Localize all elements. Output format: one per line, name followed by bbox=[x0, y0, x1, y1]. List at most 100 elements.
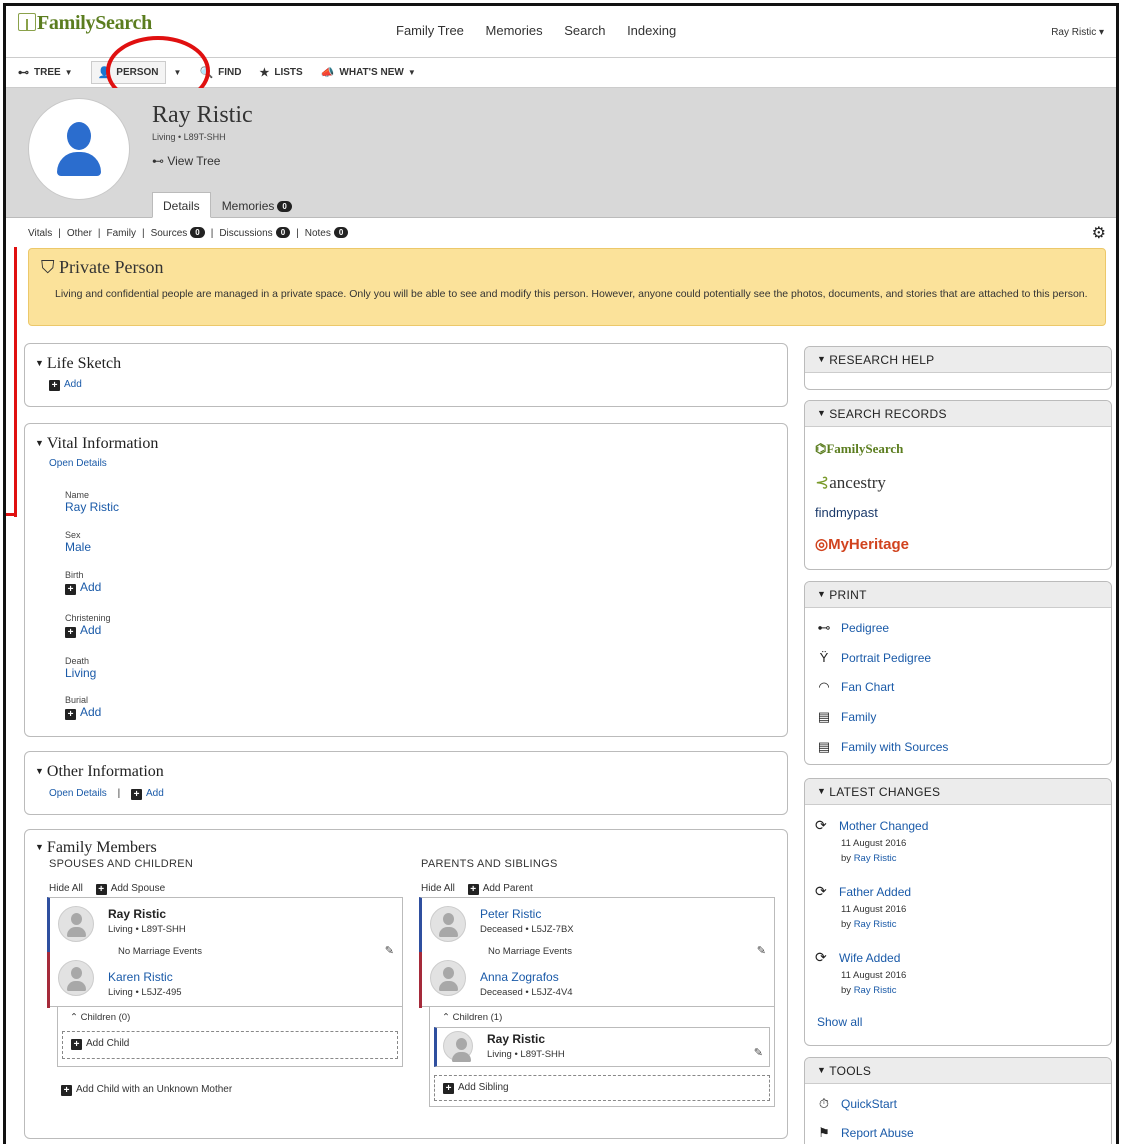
section-discussions[interactable]: Discussions 0 bbox=[219, 227, 291, 239]
vital-burial-add[interactable]: + Add bbox=[65, 705, 101, 720]
avatar bbox=[58, 906, 94, 942]
change-title[interactable]: ⟳ Father Added bbox=[815, 883, 911, 900]
other-info-title[interactable]: ▼ Other Information bbox=[35, 763, 164, 781]
nav-search[interactable]: Search bbox=[564, 23, 605, 38]
collapse-icon: ▼ bbox=[35, 438, 44, 448]
myheritage-provider[interactable]: ◎MyHeritage bbox=[815, 535, 909, 553]
edit-icon[interactable]: ✎ bbox=[385, 944, 394, 957]
tree-menu[interactable]: ⊷ TREE ▼ bbox=[18, 66, 73, 79]
change-item: ⟳ Mother Changed 11 August 2016 by Ray Ri… bbox=[815, 817, 929, 864]
life-sketch-add[interactable]: + Add bbox=[49, 379, 82, 391]
section-sources[interactable]: Sources 0 bbox=[151, 227, 205, 239]
add-child[interactable]: + Add Child bbox=[62, 1031, 398, 1059]
find-menu[interactable]: 🔍 FIND bbox=[199, 66, 241, 79]
findmypast-provider[interactable]: findmypast bbox=[815, 505, 878, 520]
show-all-link[interactable]: Show all bbox=[817, 1015, 862, 1029]
chevron-up-icon: ⌃ bbox=[70, 1012, 81, 1023]
change-title[interactable]: ⟳ Mother Changed bbox=[815, 817, 928, 834]
vital-christening-add[interactable]: + Add bbox=[65, 623, 111, 638]
print-pedigree[interactable]: ⊷ Pedigree bbox=[815, 620, 890, 636]
no-marriage-events[interactable]: No Marriage Events bbox=[488, 946, 572, 957]
fan-chart-icon: ◠ bbox=[818, 679, 830, 694]
add-spouse[interactable]: + Add Spouse bbox=[95, 883, 165, 895]
tools-card: ▼ TOOLS ⏱ QuickStart ⚑ Report Abuse bbox=[804, 1057, 1112, 1144]
add-sibling[interactable]: + Add Sibling bbox=[434, 1075, 770, 1101]
section-family[interactable]: Family bbox=[107, 228, 136, 239]
tool-quickstart[interactable]: ⏱ QuickStart bbox=[815, 1096, 897, 1112]
parents-hide-all[interactable]: Hide All bbox=[421, 883, 455, 894]
add-parent[interactable]: + Add Parent bbox=[467, 883, 533, 895]
change-title[interactable]: ⟳ Wife Added bbox=[815, 949, 906, 966]
other-info-add[interactable]: + Add bbox=[130, 788, 164, 800]
parent-peter[interactable]: Peter Ristic Deceased • L5JZ-7BX bbox=[430, 906, 574, 942]
person-menu[interactable]: 👤 PERSON bbox=[90, 61, 166, 84]
spouses-hide-all[interactable]: Hide All bbox=[49, 883, 83, 894]
tab-details[interactable]: Details bbox=[152, 192, 211, 218]
print-header[interactable]: ▼ PRINT bbox=[805, 582, 1111, 608]
megaphone-icon: 📣 bbox=[320, 67, 335, 79]
section-other[interactable]: Other bbox=[67, 228, 92, 239]
gear-icon[interactable]: ⚙ bbox=[1092, 223, 1106, 243]
add-child-unknown-mother[interactable]: + Add Child with an Unknown Mother bbox=[61, 1084, 232, 1096]
person-dropdown[interactable]: ▼ bbox=[170, 68, 182, 77]
nav-memories[interactable]: Memories bbox=[486, 23, 543, 38]
children-toggle[interactable]: ⌃ Children (0) bbox=[70, 1012, 130, 1023]
tools-header[interactable]: ▼ TOOLS bbox=[805, 1058, 1111, 1084]
print-family[interactable]: ▤ Family bbox=[815, 709, 877, 725]
search-records-header[interactable]: ▼ SEARCH RECORDS bbox=[805, 401, 1111, 427]
family-members-card: ▼ Family Members SPOUSES AND CHILDREN PAR… bbox=[24, 829, 788, 1139]
view-tree-link[interactable]: ⊷ View Tree bbox=[152, 154, 220, 168]
change-user[interactable]: Ray Ristic bbox=[854, 853, 897, 864]
spouse-ray[interactable]: Ray Ristic Living • L89T-SHH bbox=[58, 906, 186, 942]
person-meta: Living • L89T-SHH bbox=[152, 132, 226, 142]
refresh-icon: ⟳ bbox=[815, 883, 827, 899]
vital-death-value[interactable]: Living bbox=[65, 666, 96, 680]
parents-box: Peter Ristic Deceased • L5JZ-7BX No Marri… bbox=[419, 897, 775, 1008]
print-portrait-pedigree[interactable]: Ÿ Portrait Pedigree bbox=[815, 650, 931, 665]
nav-indexing[interactable]: Indexing bbox=[627, 23, 676, 38]
annotation-line bbox=[14, 247, 17, 517]
vital-sex-value[interactable]: Male bbox=[65, 540, 91, 554]
vital-open-details[interactable]: Open Details bbox=[49, 458, 107, 469]
familysearch-logo[interactable]: FamilySearch bbox=[18, 12, 152, 35]
person-portrait[interactable] bbox=[28, 98, 130, 200]
ancestry-provider[interactable]: ⊰ancestry bbox=[815, 473, 886, 493]
vital-name-value[interactable]: Ray Ristic bbox=[65, 500, 119, 514]
research-help-header[interactable]: ▼ RESEARCH HELP bbox=[805, 347, 1111, 373]
person-icon: 👤 bbox=[97, 67, 112, 79]
change-user[interactable]: Ray Ristic bbox=[854, 985, 897, 996]
change-user[interactable]: Ray Ristic bbox=[854, 919, 897, 930]
print-fan-chart[interactable]: ◠ Fan Chart bbox=[815, 679, 894, 695]
collapse-icon: ▼ bbox=[817, 1065, 827, 1075]
tool-report-abuse[interactable]: ⚑ Report Abuse bbox=[815, 1125, 914, 1141]
user-menu[interactable]: Ray Ristic ▾ bbox=[1051, 27, 1104, 38]
family-title[interactable]: ▼ Family Members bbox=[35, 839, 157, 857]
parent-anna[interactable]: Anna Zografos Deceased • L5JZ-4V4 bbox=[430, 960, 573, 998]
children-toggle[interactable]: ⌃ Children (1) bbox=[442, 1012, 502, 1023]
vital-name: Name Ray Ristic bbox=[65, 490, 120, 514]
research-help-card: ▼ RESEARCH HELP bbox=[804, 346, 1112, 390]
child-ray[interactable]: Ray Ristic Living • L89T-SHH ✎ bbox=[434, 1027, 770, 1067]
other-info-open-details[interactable]: Open Details bbox=[49, 788, 107, 799]
print-card: ▼ PRINT ⊷ Pedigree Ÿ Portrait Pedigree ◠ Fan… bbox=[804, 581, 1112, 765]
plus-icon: + bbox=[443, 1083, 454, 1094]
familysearch-provider[interactable]: ⌬FamilySearch bbox=[815, 441, 903, 457]
edit-icon[interactable]: ✎ bbox=[754, 1046, 763, 1059]
myheritage-icon: ◎ bbox=[815, 536, 829, 553]
spouse-karen[interactable]: Karen Ristic Living • L5JZ-495 bbox=[58, 960, 182, 998]
no-marriage-events[interactable]: No Marriage Events bbox=[118, 946, 202, 957]
nav-family-tree[interactable]: Family Tree bbox=[396, 23, 464, 38]
vital-birth-add[interactable]: + Add bbox=[65, 580, 101, 595]
whats-new-menu[interactable]: 📣 WHAT'S NEW ▼ bbox=[321, 66, 416, 79]
life-sketch-title[interactable]: ▼ Life Sketch bbox=[35, 355, 121, 373]
plus-icon: + bbox=[95, 884, 107, 895]
section-notes[interactable]: Notes 0 bbox=[305, 227, 349, 239]
print-family-sources[interactable]: ▤ Family with Sources bbox=[815, 739, 949, 755]
latest-changes-header[interactable]: ▼ LATEST CHANGES bbox=[805, 779, 1111, 805]
section-vitals[interactable]: Vitals bbox=[28, 228, 52, 239]
lists-menu[interactable]: ★ LISTS bbox=[260, 66, 303, 79]
vital-title[interactable]: ▼ Vital Information bbox=[35, 435, 158, 453]
tab-memories[interactable]: Memories 0 bbox=[211, 192, 303, 218]
edit-icon[interactable]: ✎ bbox=[757, 944, 766, 957]
pedigree-icon: ⊷ bbox=[817, 620, 831, 635]
